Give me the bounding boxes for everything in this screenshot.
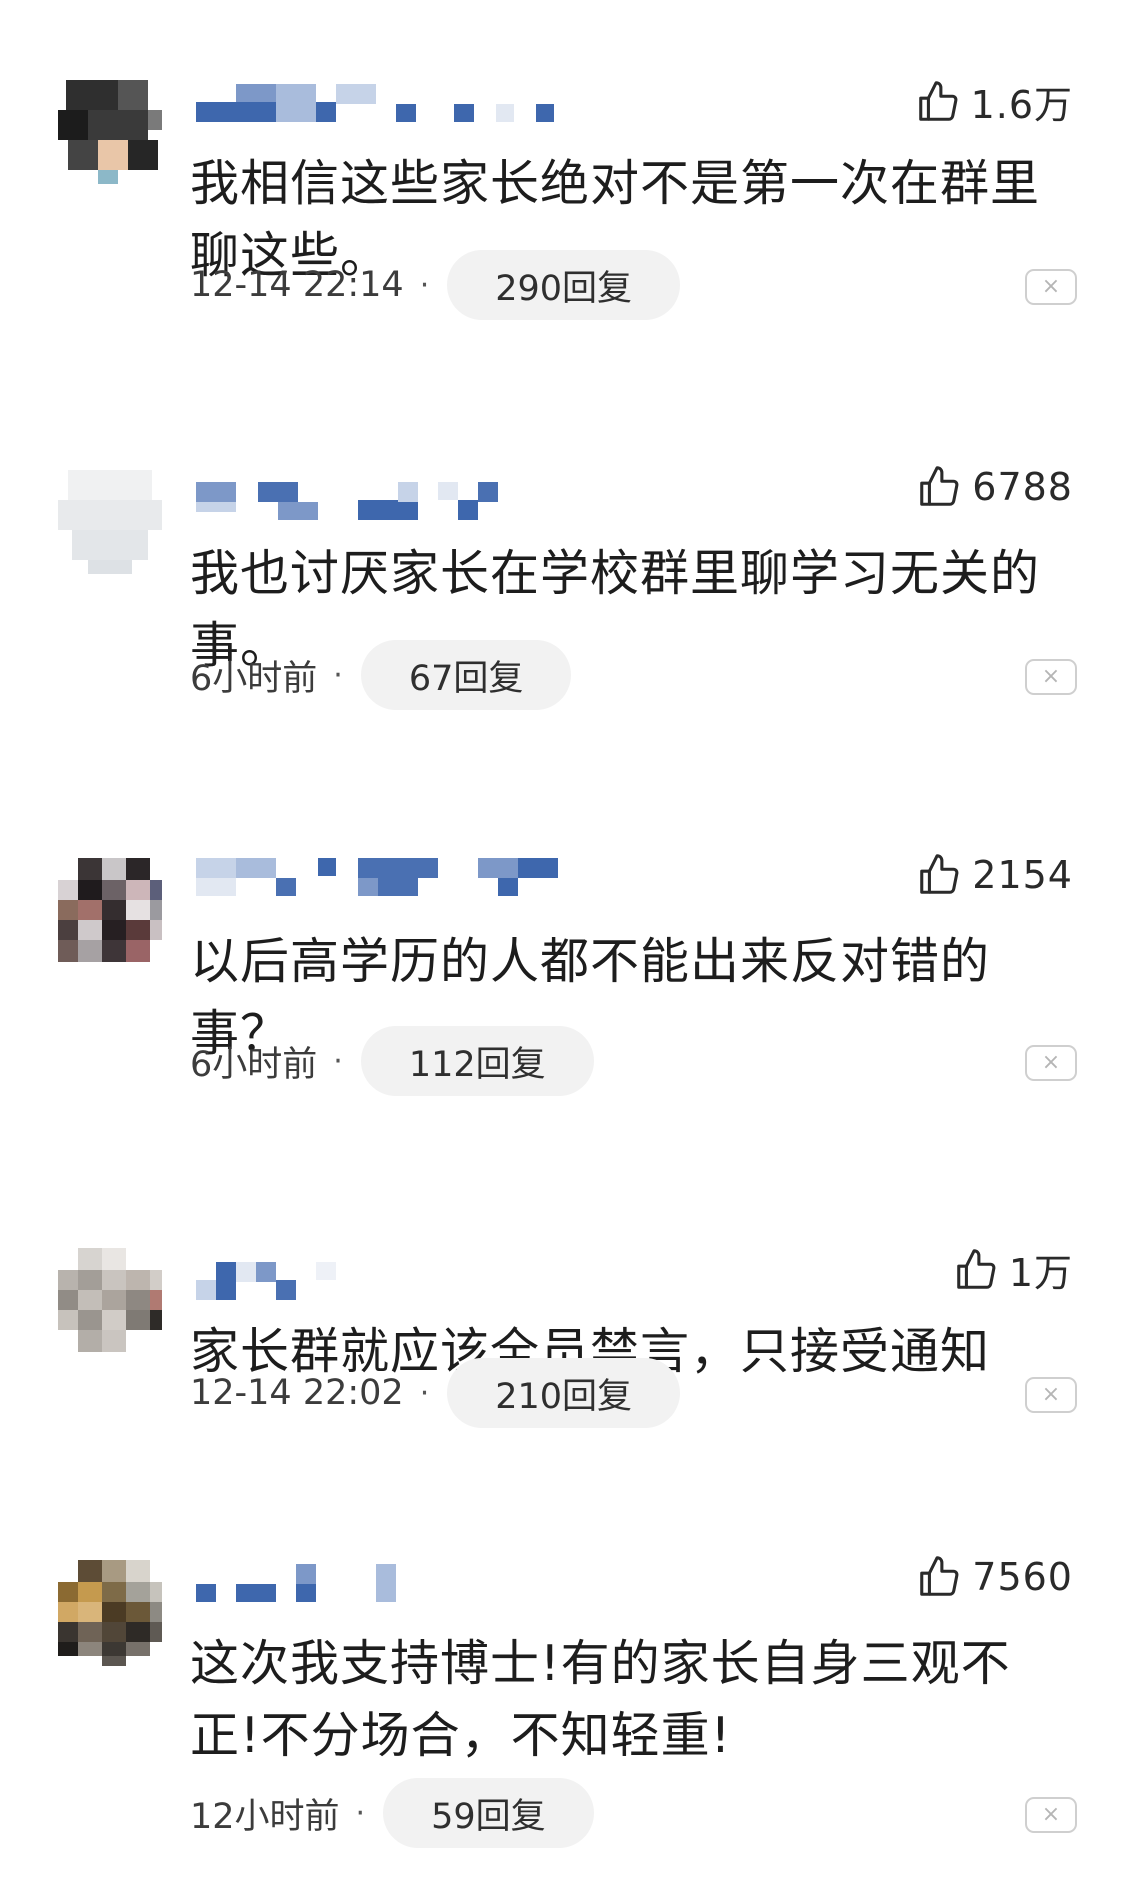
thumbs-up-icon xyxy=(918,80,957,121)
separator-dot: · xyxy=(419,1375,430,1411)
comment-meta: 12-14 22:02 · 210回复 xyxy=(190,1358,681,1428)
thumbs-up-icon xyxy=(920,854,959,894)
username-blurred[interactable] xyxy=(196,84,616,122)
separator-dot: · xyxy=(333,657,343,693)
like-button[interactable]: 1.6万 xyxy=(915,74,1073,129)
comment-text: 这次我支持博士!有的家长自身三观不正!不分场合，不知轻重! xyxy=(190,1635,1011,1764)
like-button[interactable]: 1万 xyxy=(953,1242,1073,1297)
avatar[interactable] xyxy=(58,470,162,574)
like-count: 2154 xyxy=(972,853,1073,897)
close-icon[interactable]: × xyxy=(1025,1797,1077,1833)
thumbs-up-icon xyxy=(957,1248,996,1289)
close-icon[interactable]: × xyxy=(1025,269,1077,305)
close-icon[interactable]: × xyxy=(1025,1045,1077,1081)
reply-button[interactable]: 67回复 xyxy=(360,640,572,710)
avatar[interactable] xyxy=(58,1560,162,1666)
comment-meta: 6小时前 · 67回复 xyxy=(190,640,572,710)
comment-meta: 12小时前 · 59回复 xyxy=(190,1778,594,1848)
like-count: 7560 xyxy=(972,1555,1073,1599)
comment-time: 6小时前 xyxy=(190,1044,318,1085)
reply-button[interactable]: 112回复 xyxy=(360,1026,594,1096)
like-count: 6788 xyxy=(972,465,1073,509)
avatar[interactable] xyxy=(58,80,162,184)
username-blurred[interactable] xyxy=(196,1564,616,1602)
reply-button[interactable]: 290回复 xyxy=(447,250,681,320)
like-button[interactable]: 7560 xyxy=(916,1554,1073,1600)
comment-meta: 6小时前 · 112回复 xyxy=(190,1026,594,1096)
like-count: 1万 xyxy=(1008,1251,1073,1295)
avatar[interactable] xyxy=(58,1248,162,1352)
like-button[interactable]: 2154 xyxy=(916,852,1073,898)
separator-dot: · xyxy=(333,1043,343,1079)
separator-dot: · xyxy=(419,267,430,303)
separator-dot: · xyxy=(355,1795,366,1831)
like-count: 1.6万 xyxy=(970,83,1073,127)
close-icon[interactable]: × xyxy=(1025,659,1077,695)
comment-meta: 12-14 22:14 · 290回复 xyxy=(190,250,681,320)
comment-time: 6小时前 xyxy=(190,658,318,699)
like-button[interactable]: 6788 xyxy=(916,464,1073,510)
comment-time: 12-14 22:14 xyxy=(190,265,404,305)
comment-time: 12-14 22:02 xyxy=(190,1373,404,1413)
reply-button[interactable]: 59回复 xyxy=(383,1778,594,1848)
username-blurred[interactable] xyxy=(196,482,616,520)
username-blurred[interactable] xyxy=(196,858,616,896)
avatar[interactable] xyxy=(58,858,162,962)
close-icon[interactable]: × xyxy=(1025,1377,1077,1413)
username-blurred[interactable] xyxy=(196,1262,616,1300)
comment-time: 12小时前 xyxy=(190,1796,340,1837)
thumbs-up-icon xyxy=(920,1556,959,1596)
thumbs-up-icon xyxy=(920,466,959,506)
reply-button[interactable]: 210回复 xyxy=(447,1358,681,1428)
